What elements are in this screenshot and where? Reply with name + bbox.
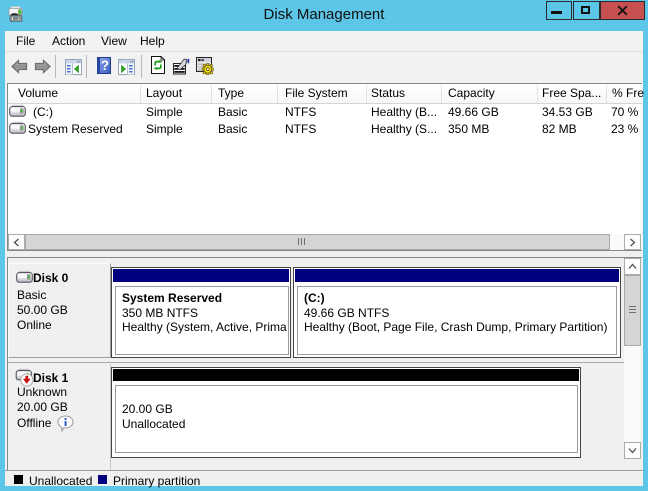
svg-text:?: ? xyxy=(101,58,109,73)
